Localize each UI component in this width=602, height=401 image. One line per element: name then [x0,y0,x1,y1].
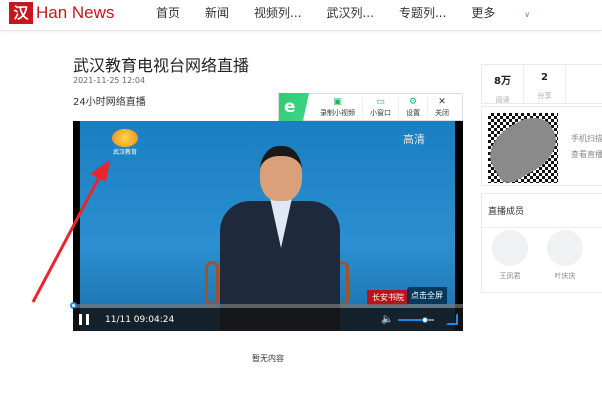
close-icon: ✕ [438,96,446,107]
nav-news[interactable]: 新闻 [205,4,229,21]
chair [205,261,219,306]
logo-text: Han News [36,3,115,22]
members-panel: 直播成员 王凤君 叶庆庆 [481,193,602,293]
nav-video[interactable]: 视频列... [254,4,301,21]
member-name: 叶庆庆 [554,272,576,280]
qr-code [480,108,566,188]
chevron-down-icon: ∨ [524,10,531,19]
close-label: 关闭 [435,108,449,117]
stats-panel: 8万阅读 2 分享 [481,64,602,104]
qr-text: 查看直播 [571,150,602,159]
avatar [547,230,583,266]
header: 汉 Han News 首页 新闻 视频列... 武汉列... 专题列... 更多… [0,0,602,31]
record-video-button[interactable]: ▣ 录制小视频 [313,96,363,118]
station-logo-text: 武汉教育 [112,149,137,156]
gear-icon: ⚙ [408,96,418,107]
close-button[interactable]: ✕ 关闭 [428,97,456,118]
volume-icon[interactable]: 🔈 [381,314,393,325]
reads-value: 8万 [494,76,511,87]
video-toolbar: e ▣ 录制小视频 ▭ 小窗口 ⚙ 设置 ✕ 关闭 [278,93,463,121]
settings-label: 设置 [406,108,420,117]
brand-logo: 长安书院 [367,290,409,305]
page-title: 武汉教育电视台网络直播 [73,56,250,75]
shares-label: 分享 [537,92,552,100]
member-name: 王凤君 [499,272,521,280]
logo-mark: 汉 [9,2,33,24]
volume-slider[interactable] [398,317,434,323]
nav-more-label: 更多 [471,6,496,20]
nav-topics[interactable]: 专题列... [399,4,446,21]
qr-text: 手机扫描 [571,134,602,143]
mini-window-label: 小窗口 [370,108,391,117]
video-record-icon: ▣ [333,96,342,107]
fullscreen-icon[interactable] [446,313,458,325]
member[interactable]: 王凤君 [490,230,530,281]
player-controls: 11/11 09:04:24 🔈 [73,308,463,331]
record-label: 录制小视频 [320,108,355,117]
member[interactable]: 叶庆庆 [545,230,585,281]
avatar [492,230,528,266]
stat-reads: 8万阅读 [482,65,524,104]
nav-wuhan[interactable]: 武汉列... [326,4,373,21]
tv-icon: ▭ [376,96,385,107]
mini-window-button[interactable]: ▭ 小窗口 [363,96,399,118]
nav: 首页 新闻 视频列... 武汉列... 专题列... 更多 ∨ [156,4,580,21]
qr-panel: 手机扫描 查看直播 [480,106,602,188]
video-player[interactable]: 武汉教育 高清 长安书院 点击全屏 11/11 09:04:24 🔈 [70,121,463,331]
time-display: 11/11 09:04:24 [105,314,175,325]
stat-shares[interactable]: 2 分享 [524,65,566,103]
pause-icon[interactable] [79,314,89,325]
nav-more[interactable]: 更多 ∨ [471,4,555,21]
logo[interactable]: 汉 Han News [9,2,114,24]
browser-logo-icon: e [279,93,309,121]
reads-label: 阅读 [495,96,510,104]
members-title: 直播成员 [482,194,602,228]
fullscreen-tip[interactable]: 点击全屏 [407,287,447,304]
quality-label[interactable]: 高清 [403,131,425,147]
nav-home[interactable]: 首页 [156,4,180,21]
video-screen[interactable]: 武汉教育 高清 长安书院 点击全屏 [80,121,455,331]
shares-value: 2 [541,72,548,83]
settings-button[interactable]: ⚙ 设置 [399,96,428,118]
volume-handle[interactable] [422,317,428,323]
publish-date: 2021-11-25 12:04 [73,76,146,85]
station-logo: 武汉教育 [108,129,142,163]
annotation-arrow [31,160,110,303]
empty-text: 暂无内容 [252,354,284,363]
description: 24小时网络直播 [73,97,146,108]
